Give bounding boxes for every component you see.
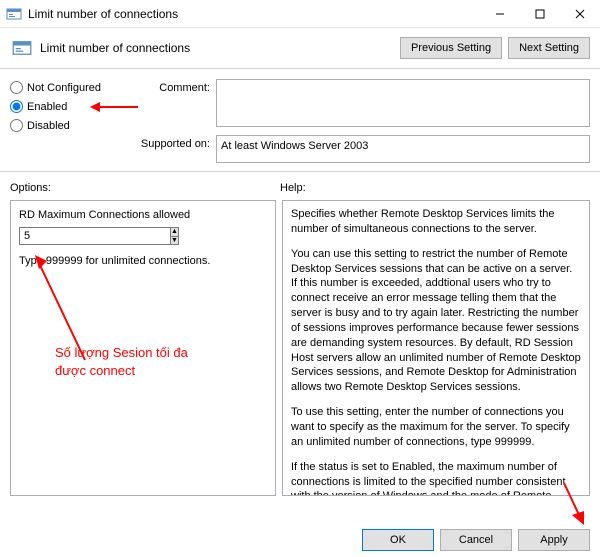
close-button[interactable]: [560, 0, 600, 27]
previous-setting-button[interactable]: Previous Setting: [400, 37, 502, 59]
help-paragraph: If the status is set to Enabled, the max…: [291, 460, 581, 496]
radio-not-configured-label: Not Configured: [27, 82, 101, 94]
max-connections-spinner[interactable]: ▲ ▼: [19, 227, 149, 245]
max-connections-input[interactable]: [19, 227, 170, 245]
separator: [0, 171, 600, 172]
spinner-down-icon[interactable]: ▼: [170, 236, 179, 246]
policy-icon-large: [10, 36, 34, 60]
radio-not-configured-input[interactable]: [10, 81, 23, 94]
help-heading: Help:: [280, 182, 306, 194]
help-paragraph: To use this setting, enter the number of…: [291, 405, 581, 450]
help-paragraph: You can use this setting to restrict the…: [291, 247, 581, 395]
radio-enabled-label: Enabled: [27, 101, 67, 113]
help-panel[interactable]: Specifies whether Remote Desktop Service…: [282, 200, 590, 496]
options-panel: RD Maximum Connections allowed ▲ ▼ Type …: [10, 200, 276, 496]
ok-button[interactable]: OK: [362, 529, 434, 551]
title-bar: Limit number of connections: [0, 0, 600, 28]
radio-disabled-label: Disabled: [27, 120, 70, 132]
minimize-button[interactable]: [480, 0, 520, 27]
maximize-button[interactable]: [520, 0, 560, 27]
policy-icon: [6, 6, 22, 22]
radio-enabled-input[interactable]: [10, 100, 23, 113]
supported-on-box: At least Windows Server 2003: [216, 135, 590, 163]
page-title: Limit number of connections: [40, 41, 400, 55]
supported-label: Supported on:: [140, 135, 210, 150]
options-heading: Options:: [10, 182, 280, 194]
next-setting-button[interactable]: Next Setting: [508, 37, 590, 59]
comment-textarea[interactable]: [216, 79, 590, 127]
help-paragraph: Specifies whether Remote Desktop Service…: [291, 207, 581, 237]
header-row: Limit number of connections Previous Set…: [0, 28, 600, 64]
radio-not-configured[interactable]: Not Configured: [10, 81, 140, 94]
comment-label: Comment:: [140, 79, 210, 94]
radio-disabled-input[interactable]: [10, 119, 23, 132]
apply-button[interactable]: Apply: [518, 529, 590, 551]
radio-enabled[interactable]: Enabled: [10, 100, 140, 113]
dialog-buttons: OK Cancel Apply: [362, 529, 590, 551]
cancel-button[interactable]: Cancel: [440, 529, 512, 551]
spinner-up-icon[interactable]: ▲: [170, 227, 179, 236]
separator: [0, 68, 600, 69]
options-title: RD Maximum Connections allowed: [19, 209, 267, 221]
radio-disabled[interactable]: Disabled: [10, 119, 140, 132]
config-area: Not Configured Enabled Disabled Comment:…: [0, 73, 600, 163]
window-title: Limit number of connections: [28, 7, 480, 21]
unlimited-note: Type 999999 for unlimited connections.: [19, 255, 267, 267]
